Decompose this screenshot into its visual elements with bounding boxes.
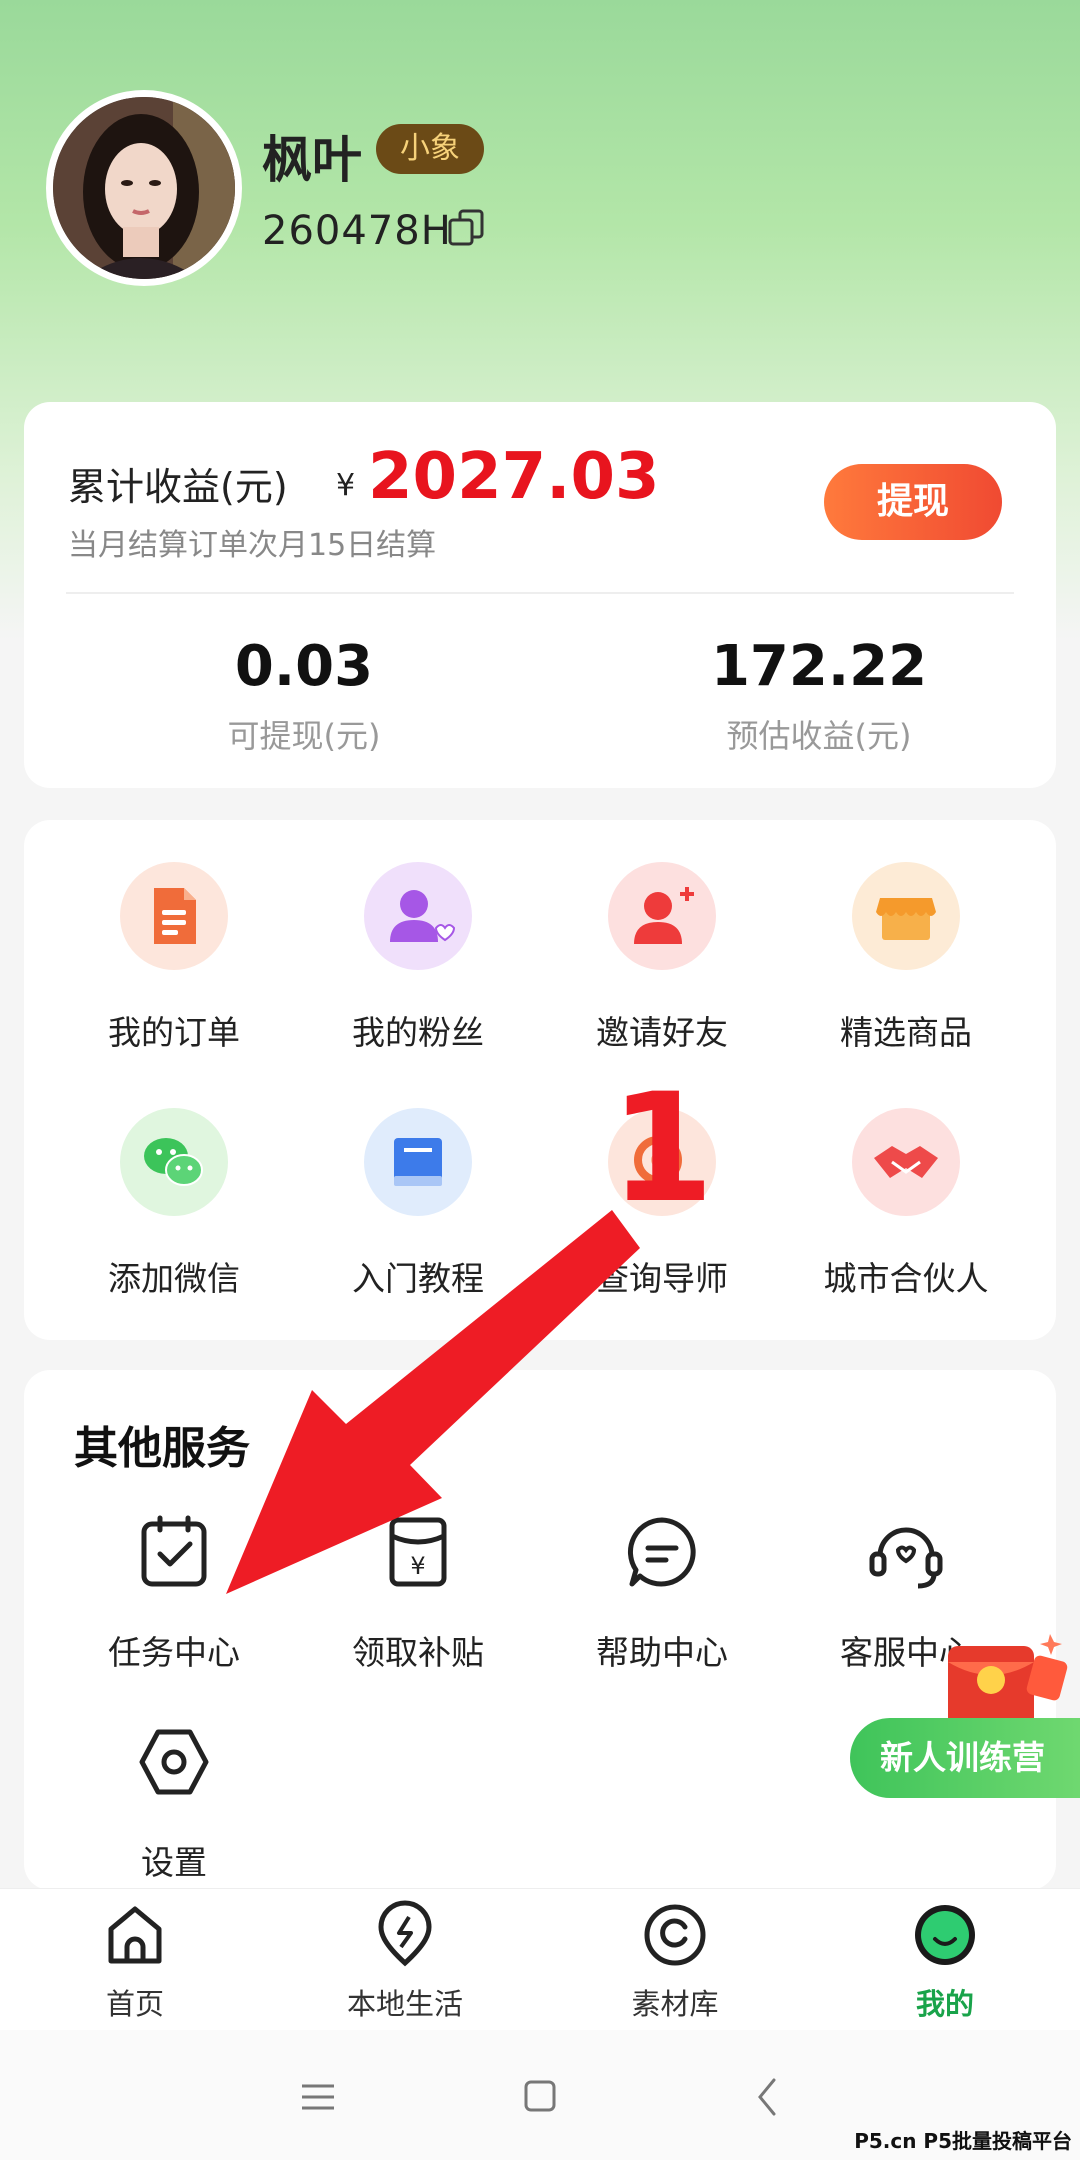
back-icon[interactable] (738, 2072, 798, 2122)
grid-item-orders[interactable]: 我的订单 (52, 862, 296, 1054)
settings-icon (139, 1729, 209, 1795)
stat-label: 可提现(元) (227, 717, 381, 755)
fans-icon (364, 862, 472, 970)
invite-icon (608, 862, 716, 970)
tab-label: 我的 (915, 1987, 974, 2021)
grid-item-invite[interactable]: 邀请好友 (540, 862, 784, 1054)
earnings-subtitle: 当月结算订单次月15日结算 (68, 528, 437, 563)
mentor-icon (608, 1108, 716, 1216)
tab-profile[interactable]: 我的 (810, 1899, 1080, 2023)
grid-label: 城市合伙人 (823, 1259, 989, 1298)
tab-material[interactable]: 素材库 (540, 1899, 810, 2023)
copy-icon[interactable] (446, 208, 486, 248)
profile-header: 枫叶 小象 260478H (46, 90, 946, 290)
grid-label: 查询导师 (596, 1259, 728, 1298)
stat-value: 172.22 (710, 634, 928, 699)
tab-label: 首页 (105, 1987, 164, 2021)
grid-item-wechat[interactable]: 添加微信 (52, 1108, 296, 1300)
training-camp-button[interactable]: 新人训练营 (850, 1718, 1080, 1798)
help-icon (627, 1517, 696, 1587)
watermark: P5.cn P5批量投稿平台 (854, 2129, 1072, 2153)
tab-home[interactable]: 首页 (0, 1899, 270, 2023)
grid-label: 添加微信 (108, 1259, 240, 1298)
handshake-icon (852, 1108, 960, 1216)
username: 枫叶 (262, 131, 362, 189)
profile-icon (915, 1905, 975, 1965)
grid-label: 我的粉丝 (352, 1013, 484, 1052)
divider (66, 592, 1014, 594)
user-id: 260478H (262, 208, 452, 254)
system-navigation-bar: P5.cn P5批量投稿平台 (0, 2030, 1080, 2160)
service-label: 领取补贴 (352, 1633, 484, 1672)
service-settings[interactable]: 设置 (52, 1722, 296, 1884)
home-button-icon[interactable] (510, 2072, 570, 2122)
store-icon (852, 862, 960, 970)
service-subsidy[interactable]: ¥ 领取补贴 (296, 1512, 540, 1674)
services-title: 其他服务 (74, 1423, 250, 1474)
withdrawable-stat[interactable]: 0.03 可提现(元) (154, 634, 454, 757)
grid-label: 精选商品 (840, 1013, 972, 1052)
service-label: 任务中心 (108, 1633, 240, 1672)
currency-symbol: ¥ (336, 468, 356, 503)
tab-label: 本地生活 (346, 1987, 463, 2021)
earnings-card: 累计收益(元) ¥ 2027.03 当月结算订单次月15日结算 提现 0.03 … (24, 402, 1056, 788)
order-icon (120, 862, 228, 970)
service-task-center[interactable]: 任务中心 (52, 1512, 296, 1674)
services-card: 其他服务 任务中心 ¥ 领取补贴 帮助中心 客服中心 设置 (24, 1370, 1056, 1890)
tab-local-life[interactable]: 本地生活 (270, 1899, 540, 2023)
withdraw-button[interactable]: 提现 (824, 464, 1002, 540)
service-help-center[interactable]: 帮助中心 (540, 1512, 784, 1674)
menu-icon[interactable] (288, 2072, 348, 2122)
grid-item-store[interactable]: 精选商品 (784, 862, 1028, 1054)
task-icon (141, 1515, 207, 1587)
stat-value: 0.03 (234, 634, 374, 699)
service-label: 帮助中心 (596, 1633, 728, 1672)
grid-label: 入门教程 (352, 1259, 484, 1298)
headset-icon (869, 1527, 943, 1589)
wechat-icon (120, 1108, 228, 1216)
grid-label: 邀请好友 (596, 1013, 728, 1052)
stat-label: 预估收益(元) (726, 717, 912, 755)
book-icon (364, 1108, 472, 1216)
local-life-icon (378, 1900, 432, 1967)
avatar[interactable] (46, 90, 242, 286)
material-icon (644, 1904, 706, 1966)
service-label: 设置 (141, 1843, 207, 1882)
grid-item-mentor[interactable]: 查询导师 (540, 1108, 784, 1300)
home-icon (108, 1906, 162, 1964)
tab-label: 素材库 (631, 1987, 719, 2021)
svg-text:¥: ¥ (410, 1552, 425, 1580)
subsidy-icon: ¥ (389, 1517, 447, 1587)
grid-item-tutorial[interactable]: 入门教程 (296, 1108, 540, 1300)
earnings-amount: 2027.03 (368, 440, 660, 514)
grid-label: 我的订单 (108, 1013, 240, 1052)
grid-item-partner[interactable]: 城市合伙人 (784, 1108, 1028, 1300)
grid-item-fans[interactable]: 我的粉丝 (296, 862, 540, 1054)
bottom-tab-bar: 首页 本地生活 素材库 我的 (0, 1888, 1080, 2030)
feature-grid: 我的订单 我的粉丝 邀请好友 精选商品 添加微信 入门教程 查询导师 城市合伙人 (24, 820, 1056, 1340)
earnings-label: 累计收益(元) (68, 465, 288, 509)
estimated-stat[interactable]: 172.22 预估收益(元) (669, 634, 969, 757)
level-badge: 小象 (376, 124, 484, 174)
